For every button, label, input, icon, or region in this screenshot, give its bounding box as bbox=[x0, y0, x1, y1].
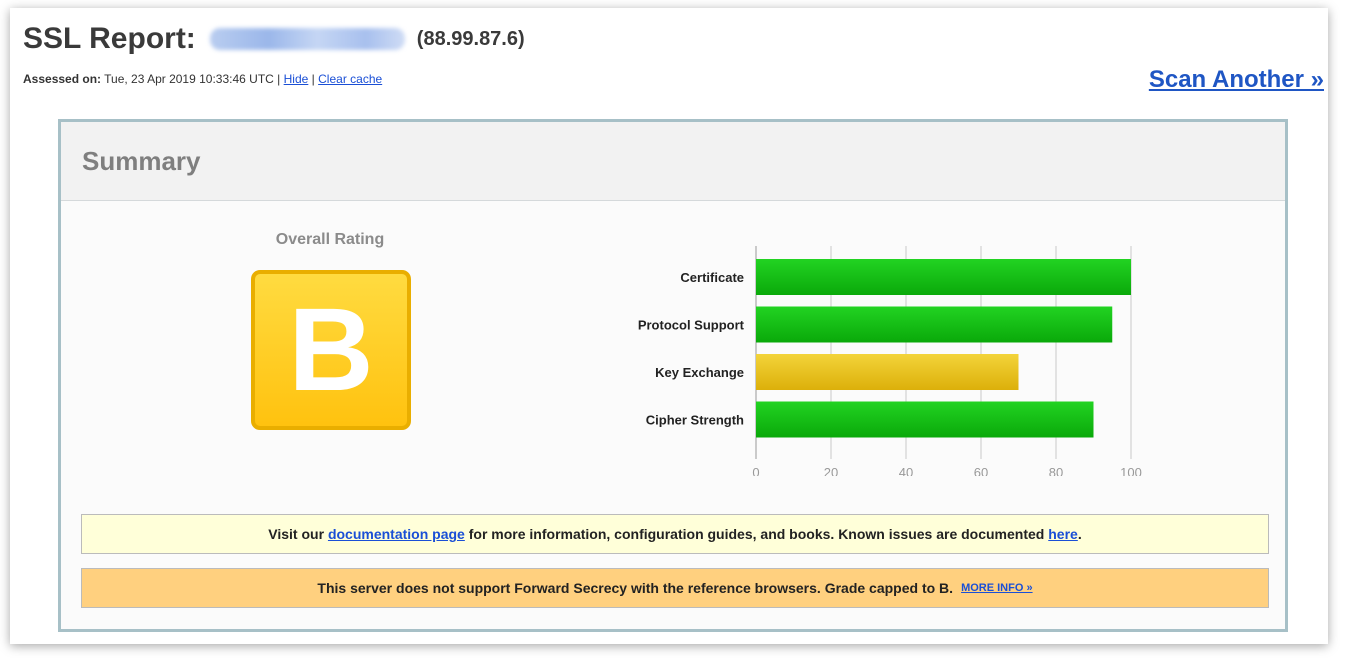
category-label: Protocol Support bbox=[638, 318, 745, 333]
assessed-date: Tue, 23 Apr 2019 10:33:46 UTC bbox=[104, 72, 274, 86]
page-title: SSL Report: (88.99.87.6) bbox=[23, 22, 525, 56]
documentation-link[interactable]: documentation page bbox=[328, 526, 465, 542]
known-issues-link[interactable]: here bbox=[1048, 526, 1078, 542]
separator: | bbox=[277, 72, 281, 86]
info-text-middle: for more information, configuration guid… bbox=[468, 526, 1045, 542]
bar-certificate bbox=[756, 259, 1131, 295]
hide-link[interactable]: Hide bbox=[284, 72, 309, 86]
category-label: Key Exchange bbox=[655, 365, 744, 380]
x-tick-label: 40 bbox=[899, 465, 913, 476]
category-label: Certificate bbox=[680, 270, 744, 285]
bar-protocol-support bbox=[756, 306, 1113, 343]
clear-cache-link[interactable]: Clear cache bbox=[318, 72, 382, 86]
title-text: SSL Report: bbox=[23, 22, 196, 55]
warning-text: This server does not support Forward Sec… bbox=[317, 580, 954, 596]
forward-secrecy-warning: This server does not support Forward Sec… bbox=[81, 568, 1269, 608]
grade-badge: B bbox=[251, 270, 411, 430]
separator: | bbox=[311, 72, 315, 86]
assessed-label: Assessed on: bbox=[23, 72, 102, 86]
category-label: Cipher Strength bbox=[646, 413, 744, 428]
x-tick-label: 20 bbox=[824, 465, 838, 476]
summary-panel: Summary Overall Rating B 0 20 40 60 80 100 Cer… bbox=[58, 119, 1288, 632]
assessed-line: Assessed on: Tue, 23 Apr 2019 10:33:46 U… bbox=[23, 72, 382, 86]
bar-cipher-strength bbox=[756, 401, 1094, 438]
x-tick-label: 80 bbox=[1049, 465, 1063, 476]
info-text-before: Visit our bbox=[268, 526, 325, 542]
scan-another-link[interactable]: Scan Another » bbox=[1149, 66, 1324, 94]
summary-title: Summary bbox=[61, 122, 1285, 201]
x-tick-label: 60 bbox=[974, 465, 988, 476]
info-text-end: . bbox=[1077, 526, 1082, 542]
overall-rating-label: Overall Rating bbox=[275, 231, 385, 248]
x-tick-label: 0 bbox=[752, 465, 759, 476]
x-tick-label: 100 bbox=[1120, 465, 1142, 476]
more-info-link[interactable]: MORE INFO » bbox=[961, 582, 1033, 594]
rating-bar-chart: 0 20 40 60 80 100 Certificate Protocol Support K… bbox=[638, 246, 1142, 476]
redacted-domain bbox=[209, 28, 405, 50]
bar-key-exchange bbox=[756, 354, 1019, 390]
server-ip: (88.99.87.6) bbox=[416, 27, 525, 50]
documentation-notice: Visit our documentation page for more in… bbox=[81, 514, 1269, 554]
